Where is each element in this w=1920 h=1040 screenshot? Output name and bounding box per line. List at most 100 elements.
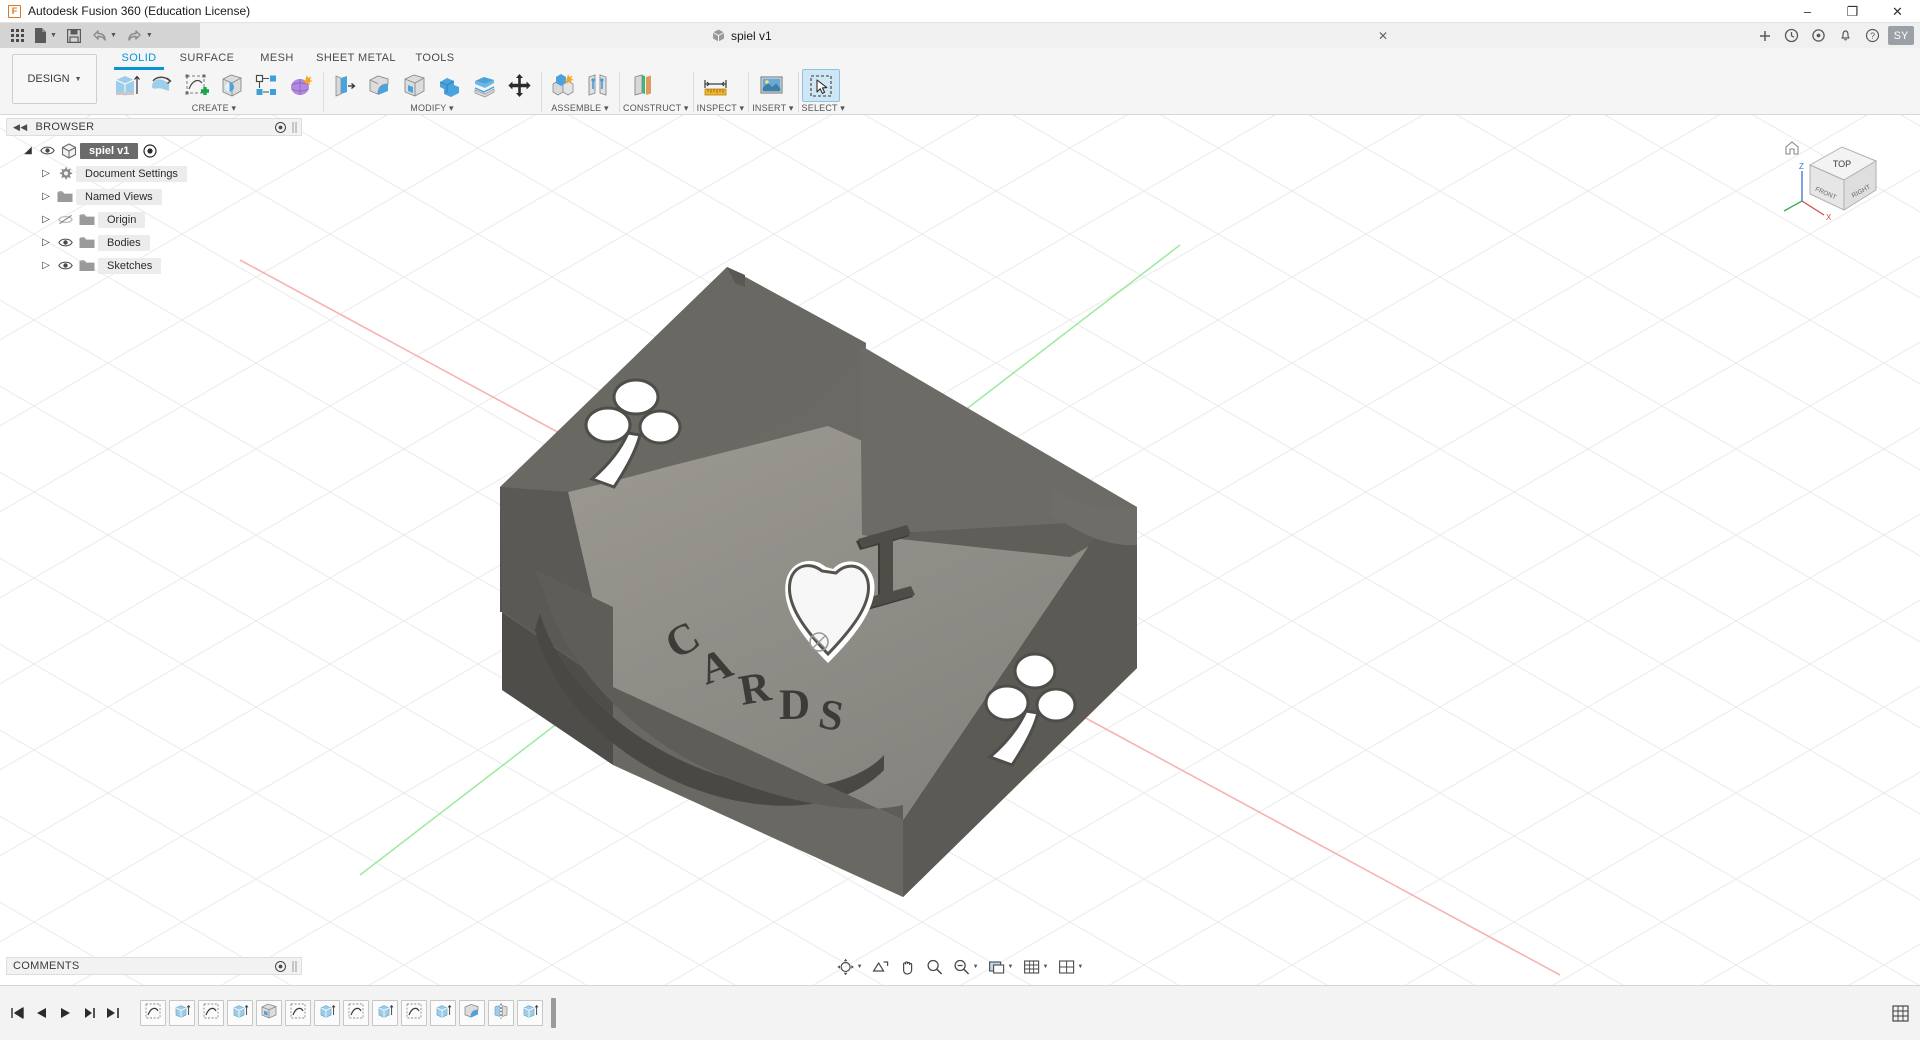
tree-node-spiel[interactable]: ◢ spiel v1 [6,139,302,162]
undo-caret[interactable]: ▼ [110,32,117,39]
timeline-go-end-button[interactable] [102,1000,124,1026]
grid-snaps-caret[interactable]: ▼ [1042,964,1048,970]
grid-snaps-button[interactable]: ▼ [1018,956,1052,978]
timeline-feature-sketch-2[interactable] [198,1000,224,1026]
new-document-caret[interactable]: ▼ [50,32,57,39]
offset-plane-tool-button[interactable] [623,69,661,102]
panel-modify-label[interactable]: MODIFY ▾ [327,102,537,115]
viewports-caret[interactable]: ▼ [1077,964,1083,970]
timeline-feature-sketch-1[interactable] [140,1000,166,1026]
tree-node-origin[interactable]: ▷ Origin [6,208,302,231]
apps-grid-button[interactable] [6,23,29,48]
help-button[interactable]: ? [1859,23,1886,48]
tree-twist-spiel[interactable]: ◢ [20,145,36,156]
zoom-window-button[interactable]: ▼ [949,956,983,978]
combine-tool-button[interactable] [432,69,467,102]
document-tab-spiel[interactable]: spiel v1 [712,23,772,48]
timeline-feature-sketch-4[interactable] [343,1000,369,1026]
tree-node-named-views[interactable]: ▷ Named Views [6,185,302,208]
tree-label-origin[interactable]: Origin [98,211,146,228]
fillet-tool-button[interactable] [362,69,397,102]
timeline-play-button[interactable] [54,1000,76,1026]
comments-panel[interactable]: COMMENTS [6,957,302,975]
close-button[interactable]: ✕ [1875,0,1920,23]
tab-surface[interactable]: SURFACE [168,48,246,68]
panel-insert-label[interactable]: INSERT ▾ [752,102,793,115]
visibility-toggle-spiel[interactable] [36,145,58,156]
display-settings-caret[interactable]: ▼ [1008,964,1014,970]
collapse-left-icon[interactable]: ◀◀ [13,122,27,133]
pattern-tool-button[interactable] [249,69,284,102]
visibility-toggle-origin[interactable] [54,214,76,225]
redo-caret[interactable]: ▼ [146,32,153,39]
insert-tool-button[interactable] [752,69,790,102]
measure-tool-button[interactable] [697,69,735,102]
tab-solid[interactable]: SOLID [110,48,168,70]
zoom-window-caret[interactable]: ▼ [973,964,979,970]
redo-button[interactable]: ▼ [122,23,158,48]
move-copy-tool-button[interactable] [502,69,537,102]
panel-select-label[interactable]: SELECT ▾ [802,102,845,115]
tree-label-bodies[interactable]: Bodies [98,234,150,251]
timeline-feature-extrude-6[interactable] [517,1000,543,1026]
timeline-feature-extrude-4[interactable] [372,1000,398,1026]
new-component-tool-button[interactable] [545,69,580,102]
display-settings-button[interactable]: ▼ [984,956,1018,978]
orbit-button[interactable]: ▼ [833,956,867,978]
tree-twist-sketches[interactable]: ▷ [38,260,54,271]
notifications-button[interactable] [1832,23,1859,48]
viewcube-home-icon[interactable] [1785,141,1799,155]
add-tab-button[interactable] [1751,23,1778,48]
visibility-toggle-sketches[interactable] [54,260,76,271]
tree-label-spiel[interactable]: spiel v1 [80,142,139,159]
revolve-tool-button[interactable] [144,69,179,102]
tree-twist-named-views[interactable]: ▷ [38,191,54,202]
shell-tool-button[interactable] [397,69,432,102]
timeline-feature-sketch-5[interactable] [401,1000,427,1026]
tree-node-document-settings[interactable]: ▷ Document Settings [6,162,302,185]
viewports-button[interactable]: ▼ [1053,956,1087,978]
maximize-button[interactable]: ❐ [1830,0,1875,23]
sphere-tool-button[interactable] [214,69,249,102]
pan-button[interactable] [895,956,921,978]
undo-button[interactable]: ▼ [86,23,122,48]
joint-tool-button[interactable] [580,69,615,102]
panel-settings-icon[interactable] [275,121,286,133]
zoom-button[interactable] [922,956,948,978]
timeline-go-start-button[interactable] [6,1000,28,1026]
timeline-grid-view-button[interactable] [1888,1001,1912,1025]
viewport-canvas[interactable]: C A R D S ◀◀ BROWSER ◢ spiel v1 ▷ Docume… [0,115,1920,985]
panel-settings-icon[interactable] [275,960,286,972]
timeline-feature-extrude-1[interactable] [169,1000,195,1026]
panel-construct-label[interactable]: CONSTRUCT ▾ [623,102,689,115]
create-form-tool-button[interactable] [284,69,319,102]
press-pull-tool-button[interactable] [327,69,362,102]
new-document-button[interactable]: ▼ [29,23,62,48]
timeline-feature-mirror[interactable] [488,1000,514,1026]
tree-twist-origin[interactable]: ▷ [38,214,54,225]
panel-grip-icon[interactable] [292,121,297,133]
minimize-button[interactable]: – [1785,0,1830,23]
offset-face-tool-button[interactable] [467,69,502,102]
design-workspace-dropdown[interactable]: DESIGN ▼ [12,54,97,104]
user-avatar[interactable]: SY [1888,26,1914,45]
tree-label-document-settings[interactable]: Document Settings [76,165,187,182]
timeline-feature-fillet[interactable] [459,1000,485,1026]
panel-assemble-label[interactable]: ASSEMBLE ▾ [545,102,615,115]
tab-sheet-metal[interactable]: SHEET METAL [308,48,404,68]
timeline-feature-extrude-3[interactable] [314,1000,340,1026]
tree-label-named-views[interactable]: Named Views [76,188,162,205]
timeline-step-back-button[interactable] [30,1000,52,1026]
timeline-feature-sketch-3[interactable] [285,1000,311,1026]
extrude-tool-button[interactable] [109,69,144,102]
timeline-step-forward-button[interactable] [78,1000,100,1026]
tab-tools[interactable]: TOOLS [404,48,466,68]
panel-grip-icon[interactable] [292,960,297,972]
select-tool-button[interactable] [801,69,840,102]
viewcube[interactable]: TOP FRONT RIGHT Z X [1780,127,1900,232]
tree-node-bodies[interactable]: ▷ Bodies [6,231,302,254]
document-tab-close-button[interactable]: ✕ [1375,23,1391,48]
visibility-toggle-bodies[interactable] [54,237,76,248]
orbit-caret[interactable]: ▼ [857,964,863,970]
panel-create-label[interactable]: CREATE ▾ [109,102,319,115]
